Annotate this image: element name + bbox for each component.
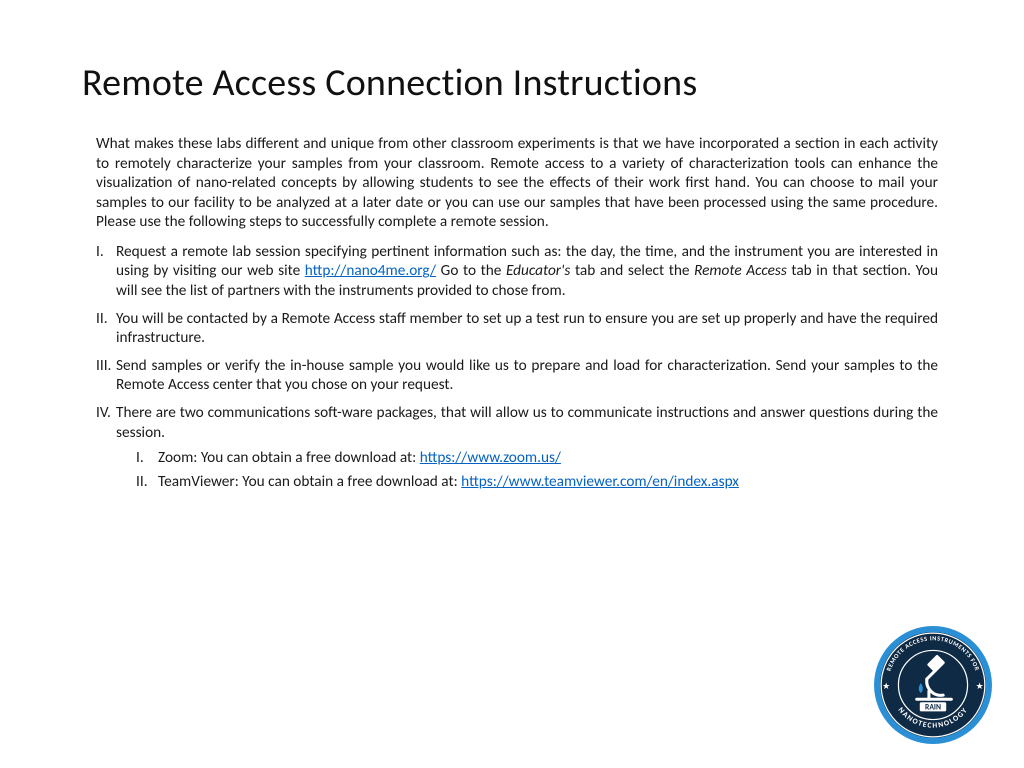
page-title: Remote Access Connection Instructions bbox=[82, 60, 944, 106]
teamviewer-link[interactable]: https://www.teamviewer.com/en/index.aspx bbox=[461, 472, 739, 491]
step-2: II. You will be contacted by a Remote Ac… bbox=[96, 309, 938, 348]
zoom-link[interactable]: https://www.zoom.us/ bbox=[420, 448, 561, 467]
step-text: You will be contacted by a Remote Access… bbox=[116, 309, 938, 348]
sub-number: I. bbox=[136, 448, 144, 468]
step-number: III. bbox=[96, 356, 111, 376]
software-list: I. Zoom: You can obtain a free download … bbox=[136, 448, 938, 491]
educators-tab-label: Educator's bbox=[506, 261, 570, 280]
svg-text:★: ★ bbox=[976, 681, 984, 692]
step-number: I. bbox=[96, 242, 104, 262]
rain-logo-badge: REMOTE ACCESS INSTRUMENTS FOR NANOTECHNO… bbox=[872, 624, 994, 746]
svg-text:★: ★ bbox=[882, 681, 890, 692]
nano4me-link[interactable]: http://nano4me.org/ bbox=[305, 261, 436, 280]
sub-text: Zoom: You can obtain a free download at: bbox=[158, 448, 420, 467]
badge-center-label: RAIN bbox=[925, 703, 941, 712]
step-text: There are two communications soft-ware p… bbox=[116, 403, 938, 442]
step-3: III. Send samples or verify the in-house… bbox=[96, 356, 938, 395]
step-1: I. Request a remote lab session specifyi… bbox=[96, 242, 938, 301]
remote-access-tab-label: Remote Access bbox=[694, 261, 787, 280]
intro-paragraph: What makes these labs different and uniq… bbox=[96, 134, 938, 232]
software-zoom: I. Zoom: You can obtain a free download … bbox=[136, 448, 938, 468]
software-teamviewer: II. TeamViewer: You can obtain a free do… bbox=[136, 472, 938, 492]
step-4: IV. There are two communications soft-wa… bbox=[96, 403, 938, 491]
step-number: IV. bbox=[96, 403, 111, 423]
step-text: Go to the bbox=[436, 261, 506, 280]
steps-list: I. Request a remote lab session specifyi… bbox=[96, 242, 938, 491]
sub-text: TeamViewer: You can obtain a free downlo… bbox=[158, 472, 461, 491]
step-text: tab and select the bbox=[570, 261, 694, 280]
step-number: II. bbox=[96, 309, 108, 329]
sub-number: II. bbox=[136, 472, 148, 492]
step-text: Send samples or verify the in-house samp… bbox=[116, 356, 938, 395]
